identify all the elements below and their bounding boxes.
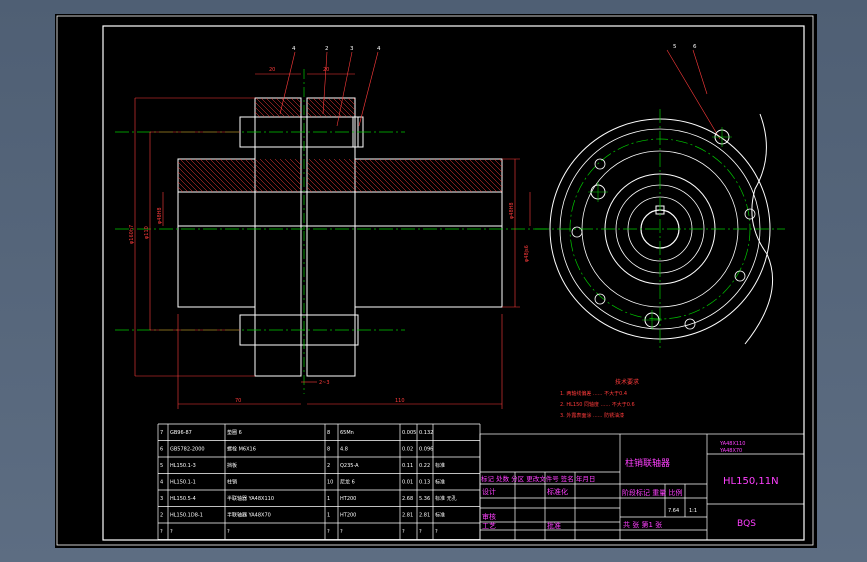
balloon-labels: 4 2 3 4 5 6: [292, 44, 697, 52]
parts-cell: HL150.1D8-1: [170, 513, 203, 519]
title-approve: 批准: [547, 521, 561, 530]
parts-cell: ?: [340, 529, 343, 535]
parts-cell: HT200: [340, 496, 356, 502]
title-review: 审核: [482, 512, 496, 521]
parts-cell: ?: [435, 529, 438, 535]
parts-cell: 0.01: [402, 480, 413, 486]
dim-gap: 2~3: [319, 380, 330, 386]
parts-cell: 半联轴器 YA48X70: [227, 512, 271, 519]
parts-cell: 5: [160, 463, 163, 469]
parts-cell: ?: [170, 529, 173, 535]
parts-cell: 3: [160, 496, 163, 502]
parts-cell: 标准: [435, 462, 445, 469]
dim-len-left: 70: [235, 398, 241, 404]
dim-len-right: 110: [395, 398, 405, 404]
title-name: 柱销联轴器: [625, 457, 670, 469]
front-view: [177, 97, 503, 377]
notes-line-1: 1. 两轴线偏差 ...... 不大于0.4: [560, 390, 627, 397]
parts-cell: 5.36: [419, 496, 430, 502]
parts-cell: 7: [160, 430, 163, 436]
dim-left-big: φ160h7: [129, 225, 135, 244]
notes-heading: 技术要求: [615, 378, 639, 386]
parts-cell: ?: [419, 529, 422, 535]
parts-cell: 2.81: [419, 513, 430, 519]
parts-cell: 尼龙 6: [340, 479, 355, 486]
dim-top-a: 20: [269, 67, 275, 73]
parts-cell: 0.11: [402, 463, 413, 469]
dim-left-mid: φ110: [144, 226, 150, 239]
parts-cell: HL150.1-1: [170, 480, 196, 486]
title-drawing-no: BQS: [737, 519, 756, 529]
parts-cell: 0.02: [402, 447, 413, 453]
parts-cell: ?: [227, 529, 230, 535]
parts-cell: HL150.5-4: [170, 496, 196, 502]
parts-cell: 4.8: [340, 447, 348, 453]
balloon-5: 5: [673, 44, 677, 50]
parts-cell: 0.13: [419, 480, 430, 486]
balloon-1: 4: [292, 46, 296, 52]
title-spec-1: YA48X110: [719, 441, 745, 447]
parts-cell: 半联轴器 YA48X110: [227, 495, 274, 502]
parts-cell: 65Mn: [340, 430, 354, 436]
balloon-4: 4: [377, 46, 381, 52]
parts-cell: 螺栓 M6X16: [227, 446, 256, 453]
parts-cell: 1: [327, 513, 330, 519]
title-revision-header: 标记 处数 分区 更改文件号 签名 年月日: [481, 474, 595, 483]
parts-cell: GB96-87: [170, 430, 192, 436]
title-weight: 7.64: [668, 508, 679, 514]
drawing-viewport[interactable]: 4 2 3 4 5 6 20 20 φ160h7 φ110 φ48H8 φ48H…: [55, 14, 817, 548]
parts-cell: 1: [327, 496, 330, 502]
parts-cell: 8: [327, 447, 330, 453]
parts-cell: HL150.1-3: [170, 463, 196, 469]
title-stage: 阶段标记 重量 比例: [622, 488, 682, 497]
title-model: HL150,11N: [723, 476, 779, 487]
parts-cell: 2.81: [402, 513, 413, 519]
parts-cell: 2: [160, 513, 163, 519]
balloon-3: 3: [350, 46, 354, 52]
parts-cell: 标准: [435, 512, 445, 519]
parts-cell: 8: [327, 430, 330, 436]
parts-cell: Q235-A: [340, 463, 359, 469]
title-design: 设计: [482, 487, 496, 496]
technical-notes: 技术要求 1. 两轴线偏差 ...... 不大于0.4 2. HL150 同轴度…: [560, 378, 639, 419]
parts-cell: 标准: [435, 479, 445, 486]
dim-left-small: φ48H8: [157, 207, 163, 224]
parts-cell: 0.096: [419, 447, 433, 453]
dim-top-b: 20: [323, 67, 329, 73]
title-scale: 1:1: [689, 508, 697, 514]
notes-line-3: 3. 外露表面涂 ...... 防锈油漆: [560, 412, 624, 419]
parts-cell: 6: [160, 447, 163, 453]
parts-cell: 0.132: [419, 430, 433, 436]
dim-right-b: φ48js6: [524, 245, 530, 262]
parts-cell: 10: [327, 480, 333, 486]
title-spec-2: YA48X70: [719, 448, 742, 454]
parts-cell: ?: [402, 529, 405, 535]
parts-list-text: 7 GB96-87 垫圈 6 8 65Mn 0.005 0.1326 GB5782-2000 螺…: [160, 429, 457, 535]
parts-cell: 挡板: [227, 462, 237, 469]
balloon-6: 6: [693, 44, 697, 50]
parts-list: [157, 423, 481, 540]
parts-cell: 0.005: [402, 430, 416, 436]
title-process: 工艺: [482, 522, 496, 530]
dim-right-a: φ48H8: [509, 202, 515, 219]
parts-cell: 垫圈 6: [227, 429, 242, 436]
title-sheet: 共 张 第1 张: [623, 520, 662, 529]
parts-cell: 2.68: [402, 496, 413, 502]
parts-cell: ?: [160, 529, 163, 535]
notes-line-2: 2. HL150 同轴度 ...... 不大于0.6: [560, 401, 635, 408]
parts-cell: 4: [160, 480, 163, 486]
balloon-2: 2: [325, 46, 329, 52]
title-standard: 标准化: [547, 487, 568, 496]
side-view: [535, 109, 785, 349]
parts-cell: 0.22: [419, 463, 430, 469]
parts-cell: 标准 无孔: [435, 495, 457, 502]
parts-cell: ?: [327, 529, 330, 535]
parts-cell: 2: [327, 463, 330, 469]
parts-cell: GB5782-2000: [170, 447, 205, 453]
parts-cell: 柱销: [227, 479, 237, 486]
cad-drawing: 4 2 3 4 5 6 20 20 φ160h7 φ110 φ48H8 φ48H…: [56, 15, 814, 546]
parts-cell: HT200: [340, 513, 356, 519]
